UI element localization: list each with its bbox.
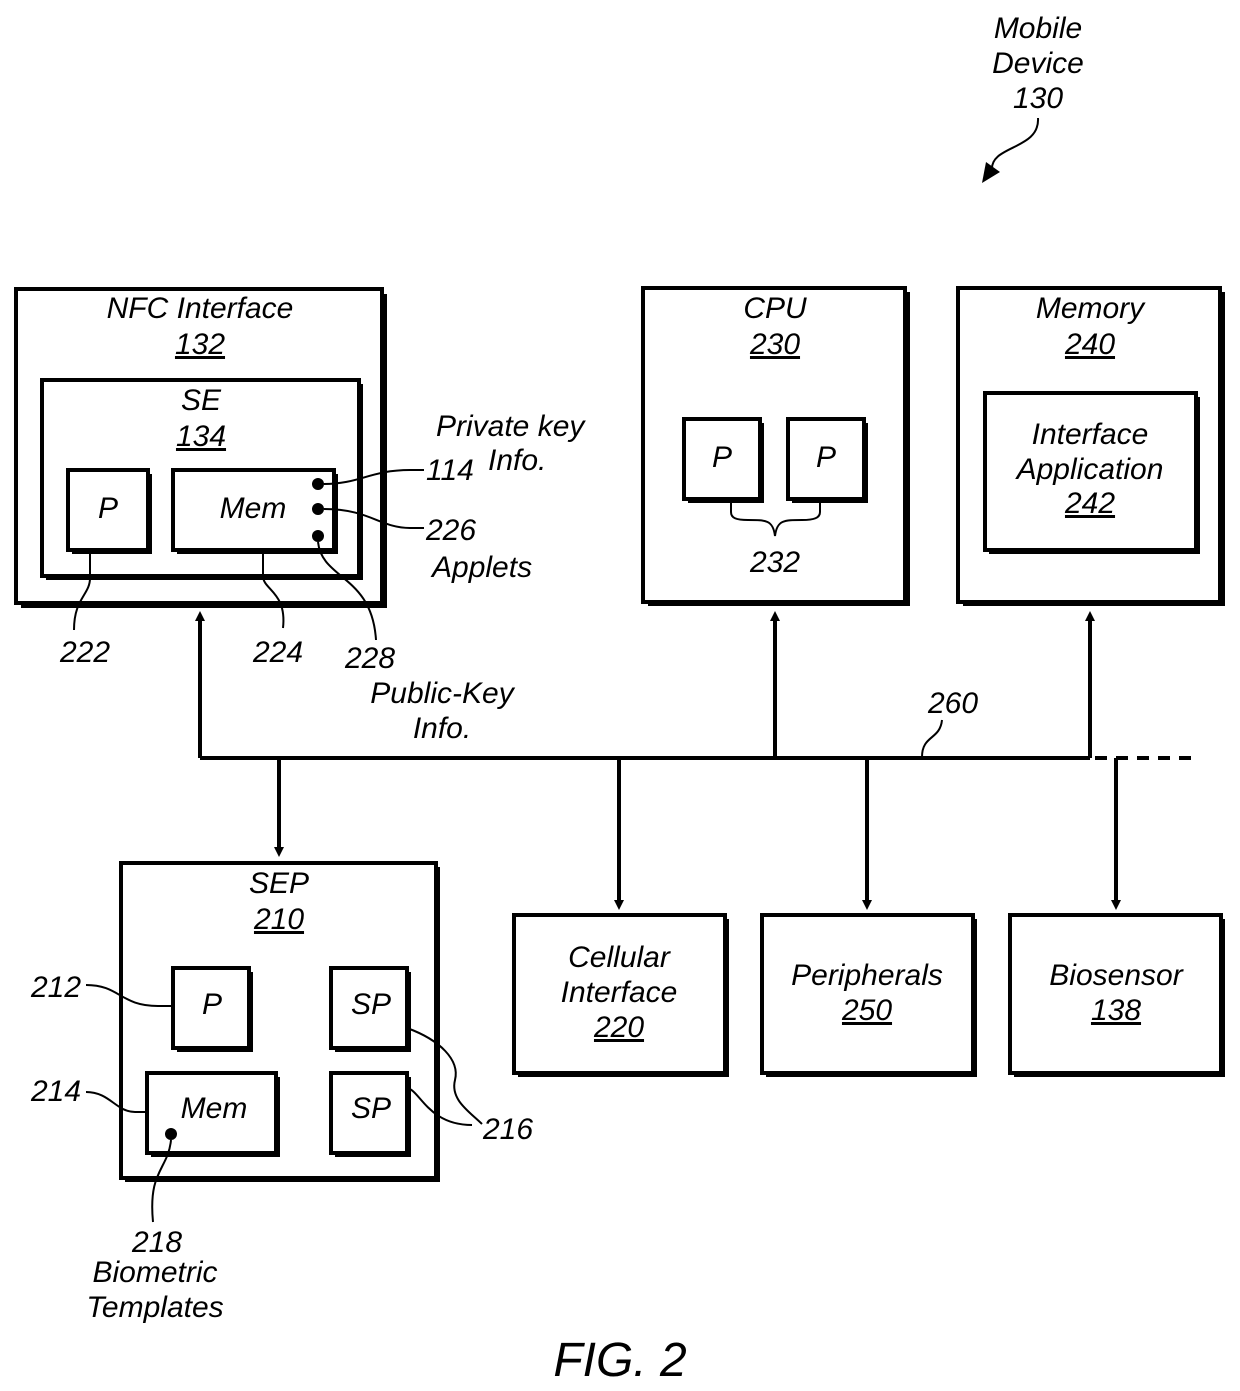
- biosensor-title: Biosensor: [1049, 959, 1183, 992]
- se-processor-block[interactable]: P: [66, 468, 152, 554]
- bus-ref: 260: [927, 687, 978, 720]
- se-title: SE: [181, 384, 222, 417]
- sep-secure-processor-2-title: SP: [351, 1092, 391, 1125]
- figure-caption: FIG. 2: [553, 1334, 686, 1387]
- cellular-title-line1: Cellular: [568, 941, 671, 974]
- interface-application-block[interactable]: Interface Application 242: [983, 391, 1200, 554]
- se-processor-title: P: [98, 492, 118, 525]
- cellular-title-line2: Interface: [561, 976, 678, 1009]
- secure-processors-ref: 216: [482, 1113, 533, 1146]
- block-diagram: Mobile Device 130 NFC Interface 132 SE 1…: [14, 12, 1225, 1387]
- sep-ref: 210: [253, 903, 304, 936]
- memory-title: Memory: [1036, 292, 1146, 325]
- biosensor-block[interactable]: Biosensor 138: [1008, 913, 1225, 1077]
- public-key-dot-icon: [312, 530, 324, 542]
- device-name-line1: Mobile: [994, 12, 1082, 45]
- cpu-processor-2-title: P: [816, 441, 836, 474]
- biometric-templates-dot-icon: [165, 1128, 177, 1140]
- peripherals-title: Peripherals: [791, 959, 943, 992]
- private-key-dot-icon: [312, 478, 324, 490]
- public-key-label-line1: Public-Key: [370, 677, 515, 710]
- applets-ref: 226: [425, 514, 476, 547]
- private-key-label-line1: Private key: [436, 410, 586, 443]
- se-ref: 134: [176, 420, 226, 453]
- private-key-ref: 114: [426, 454, 474, 487]
- device-pointer-arrow-icon: [982, 162, 1000, 183]
- public-key-label-line2: Info.: [413, 712, 471, 745]
- se-memory-ref: 224: [252, 636, 303, 669]
- sep-secure-processor-2-block[interactable]: SP: [329, 1071, 411, 1157]
- cpu-title: CPU: [743, 292, 807, 325]
- interface-application-title-line1: Interface: [1032, 418, 1149, 451]
- sep-secure-processor-1-block[interactable]: SP: [329, 966, 411, 1052]
- sep-secure-processor-1-title: SP: [351, 988, 391, 1021]
- cpu-processors-ref: 232: [749, 546, 800, 579]
- applets-dot-icon: [312, 503, 324, 515]
- interface-application-title-line2: Application: [1015, 453, 1164, 486]
- sep-processor-block[interactable]: P: [171, 966, 253, 1052]
- memory-ref: 240: [1064, 328, 1115, 361]
- private-key-label-line2: Info.: [488, 444, 546, 477]
- sep-memory-ref: 214: [30, 1075, 81, 1108]
- cpu-processor-2-block[interactable]: P: [786, 417, 868, 503]
- device-name-line2: Device: [992, 47, 1084, 80]
- device-pointer-line: [990, 117, 1040, 171]
- device-ref: 130: [1013, 82, 1063, 115]
- se-processor-ref: 222: [59, 636, 110, 669]
- applets-label: Applets: [430, 551, 532, 584]
- sep-title: SEP: [249, 867, 309, 900]
- cpu-processor-1-title: P: [712, 441, 732, 474]
- se-memory-title: Mem: [220, 492, 287, 525]
- cellular-ref: 220: [593, 1011, 644, 1044]
- peripherals-ref: 250: [841, 994, 892, 1027]
- cpu-ref: 230: [749, 328, 800, 361]
- peripherals-block[interactable]: Peripherals 250: [760, 913, 977, 1077]
- biometric-templates-ref: 218: [131, 1226, 182, 1259]
- bus-leader: [921, 719, 943, 758]
- public-key-ref: 228: [344, 642, 395, 675]
- nfc-title: NFC Interface: [107, 292, 294, 325]
- sep-memory-title: Mem: [181, 1092, 248, 1125]
- se-memory-block[interactable]: Mem: [171, 468, 338, 554]
- cpu-processor-1-block[interactable]: P: [682, 417, 764, 503]
- sep-memory-block[interactable]: Mem: [145, 1071, 280, 1157]
- sep-processor-ref: 212: [30, 971, 81, 1004]
- biosensor-ref: 138: [1091, 994, 1141, 1027]
- mobile-device-label: Mobile Device 130: [982, 12, 1084, 183]
- cellular-interface-block[interactable]: Cellular Interface 220: [512, 913, 729, 1077]
- biometric-templates-label-line2: Templates: [86, 1291, 223, 1324]
- sep-processor-title: P: [202, 988, 222, 1021]
- biometric-templates-label-line1: Biometric: [92, 1256, 217, 1289]
- interface-application-ref: 242: [1064, 487, 1115, 520]
- nfc-ref: 132: [175, 328, 225, 361]
